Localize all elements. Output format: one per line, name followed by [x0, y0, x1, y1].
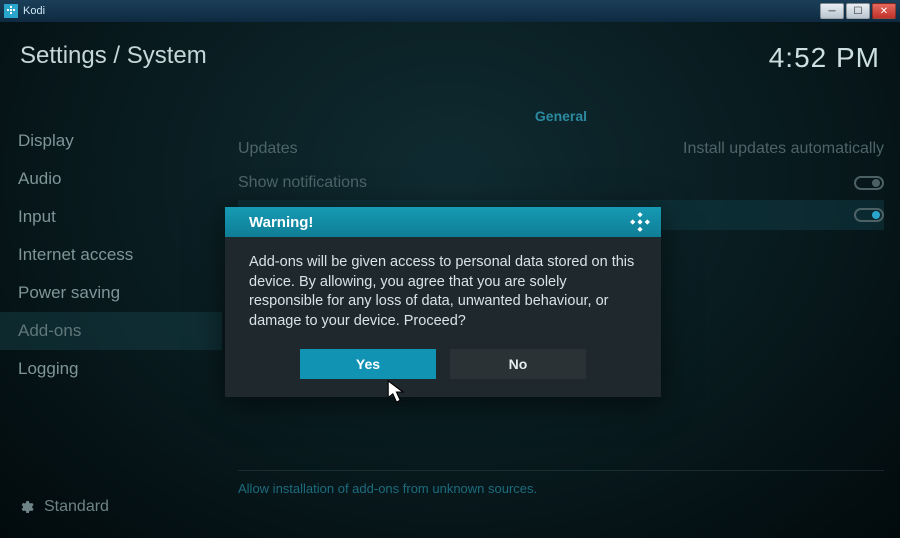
no-button[interactable]: No [450, 349, 586, 379]
window-buttons: ─ ☐ ✕ [818, 3, 896, 19]
window-title: Kodi [23, 5, 818, 17]
dialog-header: Warning! [225, 207, 661, 237]
app-icon [4, 4, 18, 18]
app-body: Settings / System 4:52 PM Display Audio … [0, 22, 900, 538]
dialog-body: Add-ons will be given access to personal… [225, 237, 661, 349]
dialog-title: Warning! [249, 214, 313, 231]
dialog-buttons: Yes No [225, 349, 661, 397]
modal-overlay: Warning! Add-ons will be given access to… [0, 22, 900, 538]
yes-button[interactable]: Yes [300, 349, 436, 379]
close-button[interactable]: ✕ [872, 3, 896, 19]
window-titlebar: Kodi ─ ☐ ✕ [0, 0, 900, 22]
kodi-logo-icon [629, 211, 651, 233]
maximize-button[interactable]: ☐ [846, 3, 870, 19]
warning-dialog: Warning! Add-ons will be given access to… [225, 207, 661, 397]
minimize-button[interactable]: ─ [820, 3, 844, 19]
